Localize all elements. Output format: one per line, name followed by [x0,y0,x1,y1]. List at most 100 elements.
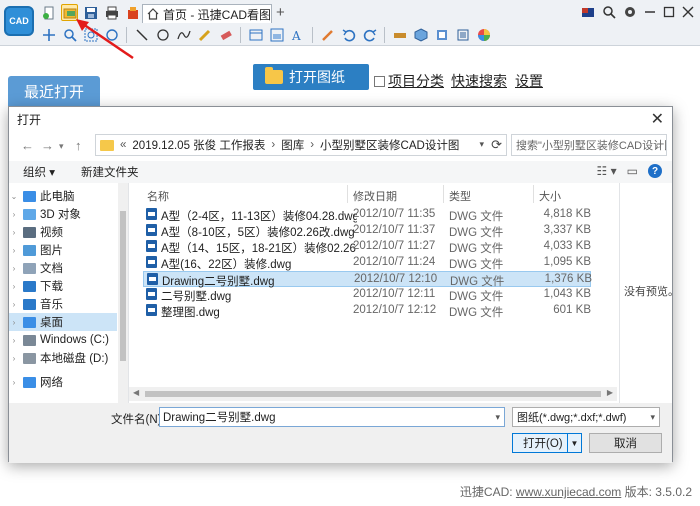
nav-item-this-pc[interactable]: ⌄ 此电脑 [9,187,117,205]
circle-button[interactable] [154,26,171,43]
project-category-label[interactable]: 项目分类 [388,71,444,91]
nav-item-music[interactable]: › 音乐 [9,295,117,313]
address-dropdown-icon[interactable]: ▾ [479,139,484,150]
gear-icon[interactable] [623,5,637,19]
expand-chevron-icon[interactable]: › [9,210,19,219]
minimize-icon[interactable] [644,5,656,19]
new-folder-button[interactable]: 新建文件夹 [81,164,139,180]
maximize-icon[interactable] [663,5,675,19]
pan-button[interactable] [40,26,57,43]
markup-button[interactable] [319,26,336,43]
settings-link[interactable]: 设置 [515,71,543,91]
nav-item-documents[interactable]: › 文档 [9,259,117,277]
redo-button[interactable] [361,26,378,43]
expand-chevron-icon[interactable]: › [9,228,19,237]
add-tab-button[interactable]: + [276,4,285,22]
scrollbar-thumb[interactable] [145,391,601,397]
expand-chevron-icon[interactable]: › [9,264,19,273]
layer-button[interactable] [268,26,285,43]
column-header-name[interactable]: 名称 [147,188,169,204]
view-options-icon[interactable]: ☷ ▾ [597,164,617,178]
sketch-button[interactable] [196,26,213,43]
expand-chevron-icon[interactable]: › [9,318,19,327]
path-segment[interactable]: 图库 [281,137,304,153]
filename-input[interactable]: Drawing二号别墅.dwg ▾ [159,407,505,427]
help-icon[interactable]: ? [648,164,662,178]
zoom-realtime-button[interactable] [103,26,120,43]
file-row[interactable]: A型(16、22区）装修.dwg 2012/10/7 11:24 DWG 文件 … [143,255,591,271]
line-button[interactable] [133,26,150,43]
file-row[interactable]: A型（14、15区，18-21区）装修02.26... 2012/10/7 11… [143,239,591,255]
zoom-window-button[interactable] [61,26,78,43]
forward-arrow-icon[interactable]: → [41,138,54,153]
zoom-extents-button[interactable] [82,26,99,43]
dialog-open-button[interactable]: 打开(O) ▼ [512,433,582,453]
file-list-hscrollbar[interactable]: ◀ ▶ [129,387,617,401]
recent-tab[interactable]: 最近打开 [8,76,100,106]
address-bar[interactable]: « 2019.12.05 张俊 工作报表 › 图库 › 小型别墅区装修CAD设计… [95,134,507,156]
expand-chevron-icon[interactable]: › [9,378,19,387]
open-split-dropdown[interactable]: ▼ [567,434,581,452]
column-header-date[interactable]: 修改日期 [353,188,397,204]
dialog-close-button[interactable]: ✕ [651,109,664,129]
organize-menu[interactable]: 组织 ▾ [23,164,55,180]
scroll-right-icon[interactable]: ▶ [607,388,613,397]
file-row[interactable]: 整理图.dwg 2012/10/7 12:12 DWG 文件 601 KB [143,303,591,319]
nav-item-pictures[interactable]: › 图片 [9,241,117,259]
expand-chevron-icon[interactable]: ⌄ [9,192,19,201]
nav-pane-scrollbar[interactable] [118,183,128,403]
block-button[interactable] [433,26,450,43]
close-icon[interactable] [682,5,694,19]
column-divider[interactable] [347,185,348,203]
measure-button[interactable] [391,26,408,43]
text-button[interactable]: A [289,26,306,43]
path-overflow[interactable]: « [120,139,126,151]
recent-locations-icon[interactable]: ▾ [59,141,64,152]
polyline-button[interactable] [175,26,192,43]
search-icon[interactable] [602,5,616,19]
dialog-search-input[interactable]: 搜索"小型别墅区装修CAD设计图" ⌕ [511,134,667,156]
batch-button[interactable] [124,4,141,21]
layout-button[interactable] [247,26,264,43]
project-category-checkbox[interactable] [374,75,385,87]
expand-chevron-icon[interactable]: › [9,246,19,255]
path-segment[interactable]: 2019.12.05 张俊 工作报表 [132,137,265,153]
quick-search-link[interactable]: 快速搜索 [451,71,507,91]
flag-icon[interactable] [581,5,595,19]
column-divider[interactable] [443,185,444,203]
nav-item-3d-objects[interactable]: › 3D 对象 [9,205,117,223]
column-header-type[interactable]: 类型 [449,188,471,204]
column-header-size[interactable]: 大小 [539,188,561,204]
file-type-filter[interactable]: 图纸(*.dwg;*.dxf;*.dwf) ▾ [512,407,660,427]
preview-pane-icon[interactable]: ▭ [627,164,638,178]
back-arrow-icon[interactable]: ← [21,138,34,153]
app-logo[interactable]: CAD [4,6,34,36]
tab-home[interactable]: 首页 - 迅捷CAD看图 [142,4,272,23]
nav-item-desktop[interactable]: › 桌面 [9,313,117,331]
file-row[interactable]: 二号别墅.dwg 2012/10/7 12:11 DWG 文件 1,043 KB [143,287,591,303]
expand-chevron-icon[interactable]: › [9,336,19,345]
project-category-toggle[interactable]: 项目分类 [374,71,444,91]
nav-item-drive-d[interactable]: › 本地磁盘 (D:) [9,349,117,367]
open-file-button[interactable] [61,4,78,21]
website-link[interactable]: www.xunjiecad.com [516,485,621,499]
color-button[interactable] [475,26,492,43]
expand-chevron-icon[interactable]: › [9,354,19,363]
save-button[interactable] [82,4,99,21]
print-button[interactable] [103,4,120,21]
scrollbar-thumb[interactable] [120,211,126,361]
open-drawing-button[interactable]: 打开图纸 [253,64,369,90]
properties-button[interactable] [454,26,471,43]
refresh-icon[interactable]: ⟳ [491,137,502,153]
undo-button[interactable] [340,26,357,43]
up-arrow-icon[interactable]: ↑ [75,138,82,153]
nav-item-network[interactable]: › 网络 [9,373,117,391]
file-row[interactable]: A型（2-4区，11-13区）装修04.28.dwg 2012/10/7 11:… [143,207,591,223]
nav-item-downloads[interactable]: › 下载 [9,277,117,295]
nav-item-drive-c[interactable]: › Windows (C:) [9,331,117,349]
file-row[interactable]: A型（8-10区，5区）装修02.26改.dwg 2012/10/7 11:37… [143,223,591,239]
erase-button[interactable] [217,26,234,43]
path-segment[interactable]: 小型别墅区装修CAD设计图 [320,137,459,153]
dialog-cancel-button[interactable]: 取消 [589,433,662,453]
expand-chevron-icon[interactable]: › [9,282,19,291]
